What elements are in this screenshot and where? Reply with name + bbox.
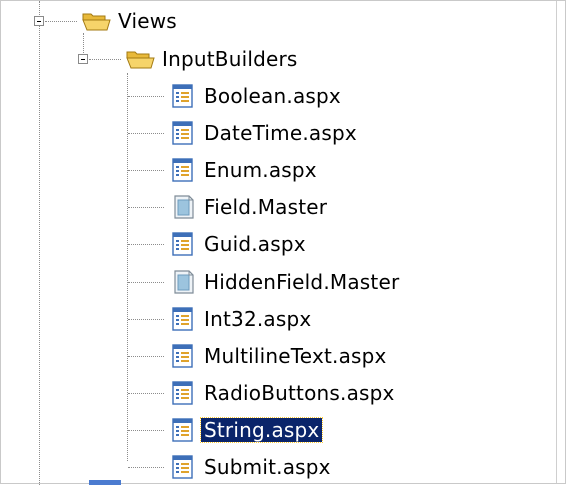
aspx-page-icon — [167, 306, 197, 332]
solution-explorer-tree: Views InputBuilders Boolean.aspx DateTime… — [0, 0, 566, 485]
master-page-icon — [167, 269, 197, 295]
tree-line-file — [128, 430, 164, 431]
aspx-page-icon — [167, 454, 197, 480]
tree-node-label: Guid.aspx — [204, 232, 306, 256]
tree-node-file[interactable]: Int32.aspx — [167, 305, 314, 333]
tree-node-file[interactable]: Boolean.aspx — [167, 82, 344, 110]
tree-node-label: Enum.aspx — [204, 158, 317, 182]
tree-node-label: RadioButtons.aspx — [204, 381, 395, 405]
aspx-page-icon — [167, 157, 197, 183]
aspx-page-icon — [167, 343, 197, 369]
aspx-page-icon — [167, 83, 197, 109]
tree-node-label: DateTime.aspx — [204, 121, 357, 145]
tree-node-inputbuilders[interactable]: InputBuilders — [125, 45, 301, 73]
tree-node-file[interactable]: Guid.aspx — [167, 230, 309, 258]
tree-line-file — [128, 467, 164, 468]
tree-line-file — [128, 207, 164, 208]
tree-line-folder-children — [127, 73, 128, 461]
tree-node-file[interactable]: MultilineText.aspx — [167, 342, 390, 370]
aspx-page-icon — [167, 120, 197, 146]
tree-line-file — [128, 244, 164, 245]
tree-line-file — [128, 356, 164, 357]
aspx-page-icon — [167, 231, 197, 257]
tree-node-label: Boolean.aspx — [204, 84, 341, 108]
tree-node-label: Submit.aspx — [204, 455, 331, 479]
tree-line-file — [128, 319, 164, 320]
tree-node-label: HiddenField.Master — [204, 270, 400, 294]
tree-node-label: Int32.aspx — [204, 307, 312, 331]
tree-node-label: Views — [118, 9, 177, 33]
aspx-page-icon — [167, 380, 197, 406]
tree-node-file[interactable]: Submit.aspx — [167, 453, 334, 481]
tree-line-file — [128, 133, 164, 134]
master-page-icon — [167, 194, 197, 220]
tree-line-root-trunk — [39, 1, 40, 485]
tree-line-inputbuilders — [89, 59, 121, 60]
tree-node-file[interactable]: RadioButtons.aspx — [167, 379, 398, 407]
tree-node-label-selected: String.aspx — [199, 417, 324, 443]
folder-open-icon — [81, 8, 111, 34]
tree-line-file — [128, 96, 164, 97]
tree-node-file[interactable]: String.aspx — [167, 416, 324, 444]
scrollbar-edge — [556, 1, 557, 483]
tree-node-file[interactable]: HiddenField.Master — [167, 268, 402, 296]
tree-line-file — [128, 393, 164, 394]
tree-node-label: MultilineText.aspx — [204, 344, 387, 368]
tree-line-file — [128, 170, 164, 171]
aspx-page-icon — [167, 417, 197, 443]
tree-node-label: InputBuilders — [162, 47, 298, 71]
bottom-tab-indicator — [89, 480, 121, 485]
tree-node-views[interactable]: Views — [81, 7, 180, 35]
tree-line-file — [128, 282, 164, 283]
folder-open-icon — [125, 46, 155, 72]
tree-line-views — [45, 21, 77, 22]
tree-node-file[interactable]: DateTime.aspx — [167, 119, 360, 147]
collapse-toggle-inputbuilders[interactable] — [78, 54, 88, 64]
tree-node-label: Field.Master — [204, 195, 328, 219]
tree-node-file[interactable]: Enum.aspx — [167, 156, 320, 184]
tree-node-file[interactable]: Field.Master — [167, 193, 330, 221]
collapse-toggle-views[interactable] — [34, 16, 44, 26]
